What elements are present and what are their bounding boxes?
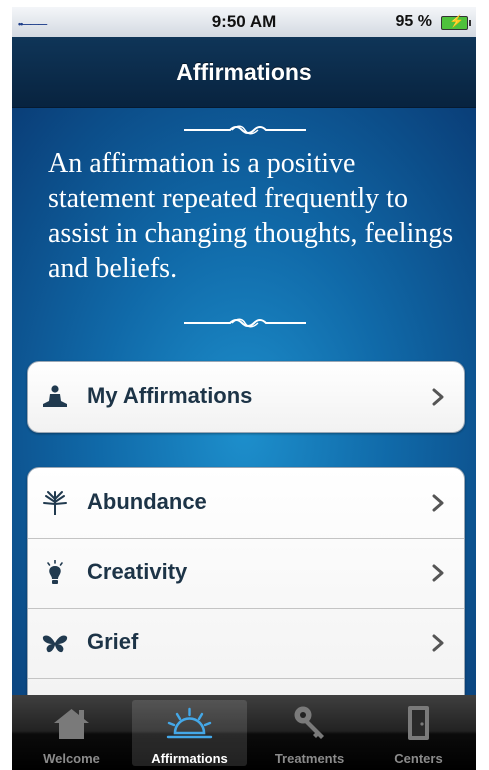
chevron-right-icon xyxy=(432,634,444,652)
category-row-partial[interactable] xyxy=(28,678,464,695)
tab-label: Welcome xyxy=(43,751,100,766)
affirmation-definition: An affirmation is a positive statement r… xyxy=(48,148,454,284)
tree-icon xyxy=(43,491,67,515)
row-label: Creativity xyxy=(87,559,188,584)
my-affirmations-row[interactable]: My Affirmations xyxy=(28,362,464,432)
category-row-grief[interactable]: Grief xyxy=(28,608,464,679)
door-icon xyxy=(408,706,429,740)
status-bar: ••——— 9:50 AM 95 % ⚡ xyxy=(12,7,476,37)
tab-label: Centers xyxy=(394,751,443,766)
main-content: An affirmation is a positive statement r… xyxy=(12,108,476,695)
tab-affirmations[interactable]: Affirmations xyxy=(132,700,247,766)
row-label: Abundance xyxy=(87,489,207,514)
tab-treatments[interactable]: Treatments xyxy=(252,695,367,770)
lightbulb-icon xyxy=(47,560,63,584)
meditating-person-icon xyxy=(43,385,67,407)
ornament-divider-top xyxy=(184,125,306,135)
chevron-right-icon xyxy=(432,564,444,582)
sunrise-icon xyxy=(166,707,213,739)
row-label: My Affirmations xyxy=(87,383,253,408)
row-label: Grief xyxy=(87,629,139,654)
affirmation-categories-group: Abundance Creativity Grief xyxy=(27,467,465,695)
battery-icon: ⚡ xyxy=(441,14,471,30)
tab-welcome[interactable]: Welcome xyxy=(14,695,129,770)
tab-label: Treatments xyxy=(274,751,345,766)
phone-screen: ••——— 9:50 AM 95 % ⚡ Affirmations An aff… xyxy=(12,7,476,770)
tab-bar: Welcome Affirmations Treatments Centers xyxy=(12,695,476,770)
ornament-divider-bottom xyxy=(184,318,306,328)
key-icon xyxy=(294,706,324,739)
chevron-right-icon xyxy=(432,388,444,406)
my-affirmations-group: My Affirmations xyxy=(27,361,465,433)
chevron-right-icon xyxy=(432,494,444,512)
battery-percentage: 95 % xyxy=(395,13,432,30)
tab-label: Affirmations xyxy=(151,751,228,766)
category-row-creativity[interactable]: Creativity xyxy=(28,538,464,609)
page-title: Affirmations xyxy=(176,59,312,85)
tab-centers[interactable]: Centers xyxy=(361,695,476,770)
house-icon xyxy=(54,709,89,739)
butterfly-icon xyxy=(42,635,68,653)
navigation-bar: Affirmations xyxy=(12,37,476,108)
category-row-abundance[interactable]: Abundance xyxy=(28,468,464,539)
